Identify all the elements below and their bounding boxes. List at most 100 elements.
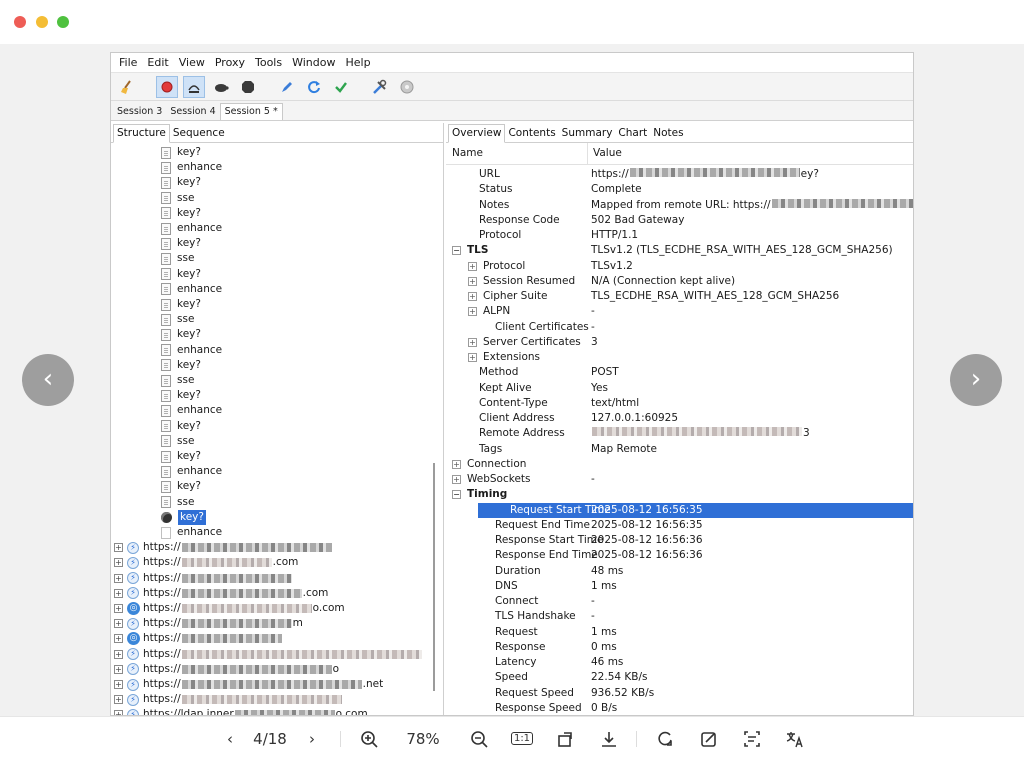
overview-row[interactable]: Response End Time 2025-08-12 16:56:36 <box>446 548 913 563</box>
check-icon[interactable] <box>330 76 352 98</box>
menu-help[interactable]: Help <box>340 56 375 69</box>
overview-row[interactable]: − Timing <box>446 487 913 502</box>
host-item[interactable]: + ⚡ https:// .net <box>114 677 383 692</box>
overview-row[interactable]: + ALPN - <box>446 304 913 319</box>
overview-row[interactable]: Kept Alive Yes <box>446 381 913 396</box>
collapse-icon[interactable]: − <box>452 490 461 500</box>
previous-image-button[interactable]: ‹ <box>22 354 74 406</box>
tab-chart[interactable]: Chart <box>615 125 650 142</box>
expand-icon[interactable]: + <box>468 292 477 301</box>
expand-icon[interactable]: + <box>114 604 123 613</box>
expand-icon[interactable]: + <box>114 680 123 689</box>
menu-window[interactable]: Window <box>287 56 340 69</box>
overview-row[interactable]: + Session Resumed N/A (Connection kept ali… <box>446 274 913 289</box>
tab-notes[interactable]: Notes <box>650 125 686 142</box>
overview-row[interactable]: DNS 1 ms <box>446 579 913 594</box>
overview-row[interactable]: URL https:// ey? <box>446 167 913 182</box>
pen-icon[interactable] <box>276 76 298 98</box>
tree-item[interactable]: sse <box>161 191 194 206</box>
expand-icon[interactable]: + <box>114 695 123 705</box>
host-item[interactable]: + ◎ https:// <box>114 631 283 646</box>
tree-item[interactable]: key? <box>161 267 201 282</box>
tree-item[interactable]: sse <box>161 495 194 510</box>
expand-icon[interactable]: + <box>468 307 477 317</box>
close-window-button[interactable] <box>14 16 26 28</box>
expand-icon[interactable]: + <box>114 588 123 598</box>
tree-item[interactable]: key? <box>161 419 201 434</box>
tab-session-5[interactable]: Session 5 * <box>219 103 283 120</box>
overview-row[interactable]: Remote Address 3 <box>446 426 913 441</box>
host-item[interactable]: + ⚡ https:// .com <box>114 586 328 601</box>
expand-icon[interactable]: + <box>452 475 461 484</box>
host-item[interactable]: + ⚡ https:// <box>114 540 333 555</box>
tools-icon[interactable] <box>369 76 391 98</box>
tree-item[interactable]: sse <box>161 373 194 388</box>
tree-item[interactable]: enhance <box>161 160 222 175</box>
tree-item[interactable]: sse <box>161 434 194 449</box>
overview-row[interactable]: Request Start Time 2025-08-12 16:56:35 <box>478 502 913 518</box>
reload-icon[interactable] <box>653 727 677 751</box>
overview-row[interactable]: Protocol HTTP/1.1 <box>446 228 913 243</box>
tree-item[interactable]: key? <box>161 206 201 221</box>
host-item[interactable]: + ⚡ https:// <box>114 647 423 662</box>
overview-row[interactable]: Speed 22.54 KB/s <box>446 670 913 685</box>
tree-item[interactable]: sse <box>161 251 194 266</box>
host-item[interactable]: + ⚡ https:// <box>114 692 343 707</box>
overview-row[interactable]: Connect - <box>446 594 913 609</box>
overview-row[interactable]: Client Address 127.0.0.1:60925 <box>446 411 913 426</box>
tree-item[interactable]: key? <box>161 327 201 342</box>
tree-item[interactable]: key? <box>161 388 201 403</box>
tree-item[interactable]: key? <box>161 145 201 160</box>
tab-structure[interactable]: Structure <box>113 124 170 143</box>
expand-icon[interactable]: + <box>114 543 123 553</box>
overview-row[interactable]: + WebSockets - <box>446 472 913 487</box>
tree-scrollbar[interactable] <box>433 463 435 691</box>
settings-icon[interactable] <box>396 76 418 98</box>
host-item[interactable]: + ⚡ https:// <box>114 571 293 586</box>
text-recognize-icon[interactable] <box>740 727 764 751</box>
expand-icon[interactable]: + <box>114 558 123 568</box>
actual-size-icon[interactable]: 1:1 <box>510 727 534 751</box>
rotate-icon[interactable] <box>554 727 578 751</box>
download-icon[interactable] <box>597 727 621 751</box>
overview-row[interactable]: Request Speed 936.52 KB/s <box>446 686 913 701</box>
expand-icon[interactable]: + <box>452 459 461 469</box>
minimize-window-button[interactable] <box>36 16 48 28</box>
tree-item[interactable]: sse <box>161 312 194 327</box>
zoom-in-icon[interactable] <box>357 727 381 751</box>
translate-icon[interactable] <box>783 727 807 751</box>
expand-icon[interactable]: + <box>114 710 123 715</box>
tree-item[interactable]: enhance <box>161 221 222 236</box>
overview-row[interactable]: Response Speed 0 B/s <box>446 701 913 715</box>
next-image-button[interactable]: › <box>950 354 1002 406</box>
expand-icon[interactable]: + <box>468 276 477 286</box>
overview-row[interactable]: Request End Time 2025-08-12 16:56:35 <box>446 518 913 533</box>
overview-row[interactable]: Client Certificates - <box>446 320 913 335</box>
record-icon[interactable] <box>156 75 178 98</box>
expand-icon[interactable]: + <box>114 634 123 644</box>
overview-row[interactable]: Method POST <box>446 365 913 380</box>
value-column-header[interactable]: Value <box>593 147 622 159</box>
tree-item[interactable]: enhance <box>161 403 222 418</box>
overview-row[interactable]: Request 1 ms <box>446 625 913 640</box>
turtle-icon[interactable] <box>210 76 232 98</box>
previous-page-icon[interactable]: ‹ <box>218 727 242 751</box>
collapse-icon[interactable]: − <box>452 246 461 256</box>
next-page-icon[interactable]: › <box>300 727 324 751</box>
zoom-window-button[interactable] <box>57 16 69 28</box>
overview-row[interactable]: Tags Map Remote <box>446 442 913 457</box>
tab-sequence[interactable]: Sequence <box>170 125 228 142</box>
tree-item[interactable]: enhance <box>161 464 222 479</box>
tab-contents[interactable]: Contents <box>505 125 558 142</box>
tree-item[interactable]: key? <box>161 358 201 373</box>
expand-icon[interactable]: + <box>114 664 123 674</box>
tree-item[interactable]: enhance <box>161 525 222 540</box>
expand-icon[interactable]: + <box>114 573 123 583</box>
overview-row[interactable]: Content-Type text/html <box>446 396 913 411</box>
stop-icon[interactable] <box>237 76 259 98</box>
overview-row[interactable]: Notes Mapped from remote URL: https:///tr… <box>446 198 913 213</box>
overview-row[interactable]: + Server Certificates 3 <box>446 335 913 350</box>
host-item[interactable]: + ◎ https:// o.com <box>114 601 345 616</box>
tree-item[interactable]: key? <box>161 479 201 494</box>
overview-row[interactable]: Duration 48 ms <box>446 564 913 579</box>
